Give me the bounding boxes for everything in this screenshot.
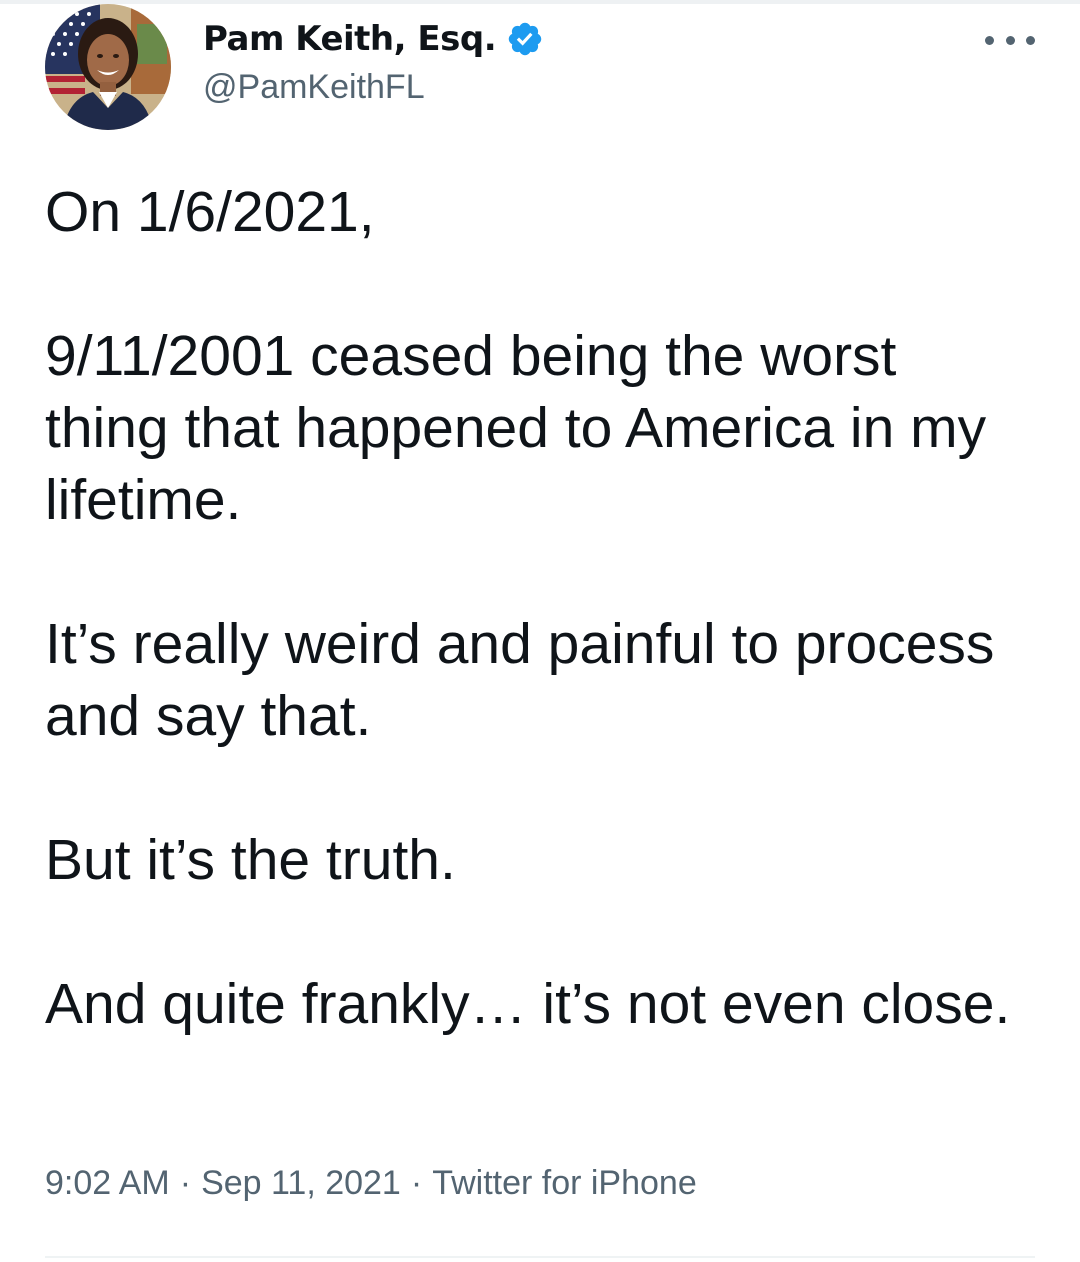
top-divider <box>0 0 1080 4</box>
tweet-source[interactable]: Twitter for iPhone <box>432 1164 697 1202</box>
separator: · <box>179 1164 192 1202</box>
author-handle[interactable]: @PamKeithFL <box>203 68 425 107</box>
more-options-icon <box>985 35 994 45</box>
tweet-paragraph: And quite frankly… it’s not even close. <box>45 972 1011 1036</box>
avatar[interactable] <box>45 4 171 130</box>
tweet-paragraph: 9/11/2001 ceased being the worst thing t… <box>45 324 987 532</box>
separator: · <box>410 1164 423 1202</box>
more-options-icon-dot <box>1005 35 1015 45</box>
tweet-paragraph: On 1/6/2021, <box>45 180 375 244</box>
author-display-name[interactable]: Pam Keith, Esq. <box>203 19 497 59</box>
avatar-image <box>45 4 171 130</box>
more-options-button[interactable] <box>985 22 1035 58</box>
bottom-divider <box>45 1256 1035 1258</box>
verified-badge-icon <box>508 22 542 56</box>
tweet-time[interactable]: 9:02 AM <box>45 1164 170 1202</box>
tweet-text: On 1/6/2021, 9/11/2001 ceased being the … <box>45 176 1035 1040</box>
author-name-row[interactable]: Pam Keith, Esq. <box>203 14 544 64</box>
tweet-paragraph: It’s really weird and painful to process… <box>45 612 995 748</box>
tweet-date[interactable]: Sep 11, 2021 <box>201 1164 401 1202</box>
tweet-metadata: 9:02 AM · Sep 11, 2021 · Twitter for iPhone <box>45 1164 697 1203</box>
more-options-icon-dot <box>1026 35 1035 45</box>
tweet-paragraph: But it’s the truth. <box>45 828 456 892</box>
